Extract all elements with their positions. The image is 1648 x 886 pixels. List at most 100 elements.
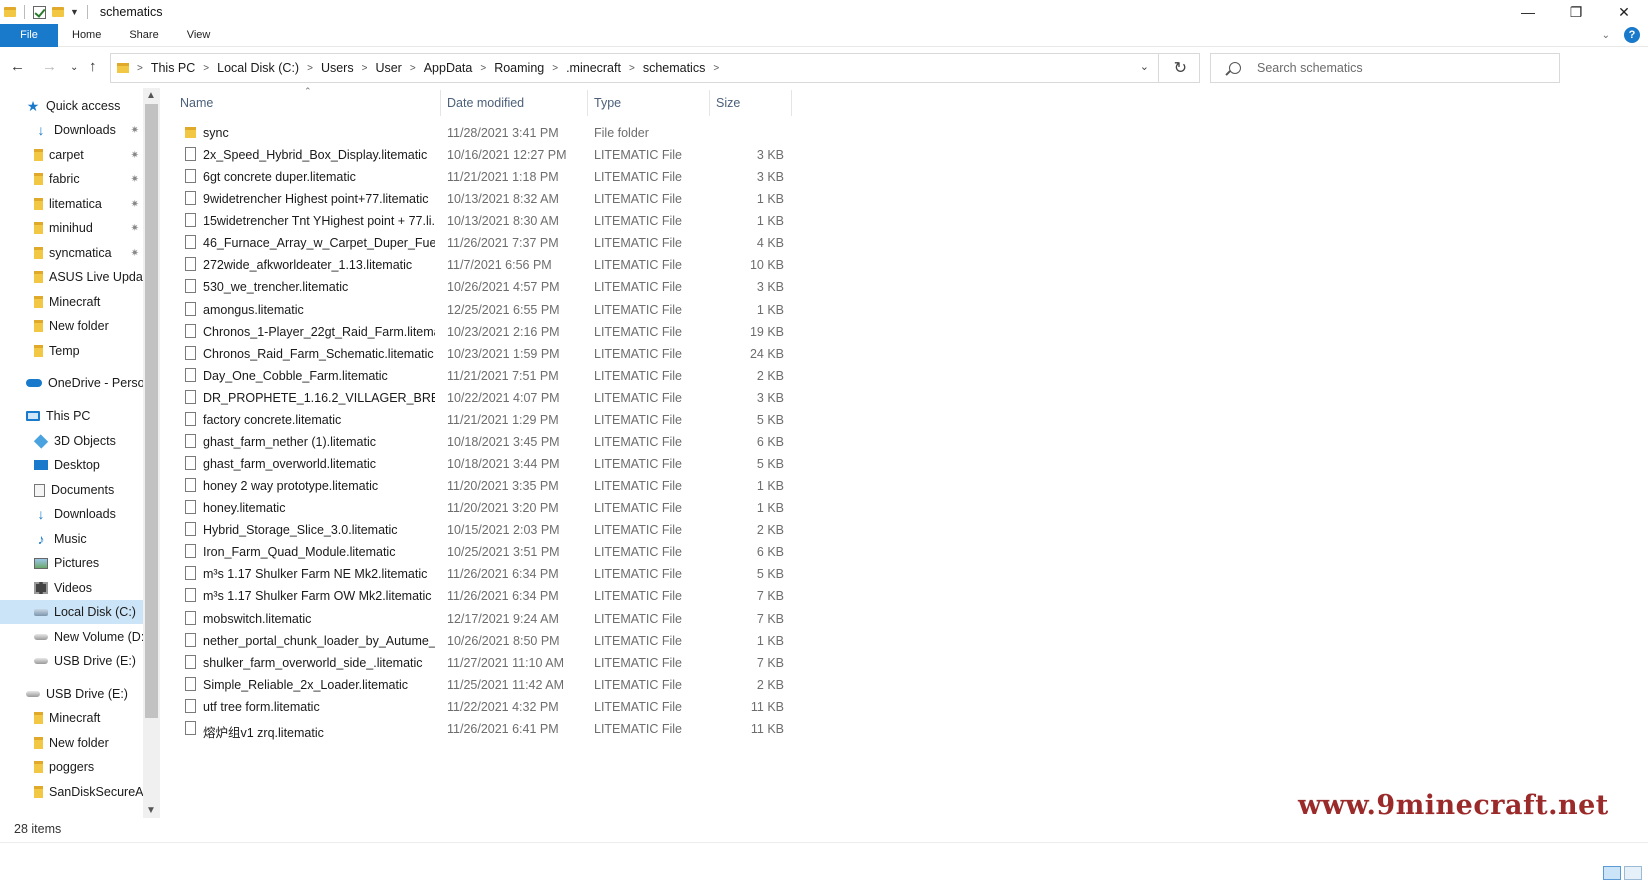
column-divider[interactable] [709,90,710,116]
sidebar-item[interactable]: Minecraft [0,290,143,314]
new-folder-icon[interactable] [52,7,64,17]
sidebar-item[interactable]: Minecraft [0,706,143,730]
recent-locations-icon[interactable]: ⌄ [70,62,78,73]
breadcrumb-this-pc[interactable]: This PC [151,61,195,75]
tab-view[interactable]: View [173,24,225,47]
sidebar-item[interactable]: 3D Objects [0,429,143,453]
sidebar-item[interactable]: OneDrive - Person [0,371,143,395]
file-row[interactable]: 530_we_trencher.litematic 10/26/2021 4:57… [176,276,796,298]
tab-home[interactable]: Home [58,24,115,47]
file-row[interactable]: shulker_farm_overworld_side_.litematic 11… [176,652,796,674]
file-row[interactable]: 熔炉组v1 zrq.litematic 11/26/2021 6:41 PM LIT… [176,718,796,740]
chevron-right-icon[interactable]: > [480,63,486,74]
sidebar-item[interactable]: This PC [0,404,143,428]
file-row[interactable]: Chronos_Raid_Farm_Schematic.litematic 10/… [176,343,796,365]
forward-arrow-icon[interactable]: → [42,58,57,75]
breadcrumb-users[interactable]: Users [321,61,354,75]
file-row[interactable]: 272wide_afkworldeater_1.13.litematic 11/7… [176,254,796,276]
column-divider[interactable] [440,90,441,116]
sidebar-item[interactable]: Pictures [0,551,143,575]
sidebar-item[interactable]: Local Disk (C:) [0,600,143,624]
scroll-down-icon[interactable]: ▼ [146,805,156,816]
sidebar-item[interactable]: carpet ✷ [0,143,143,167]
chevron-right-icon[interactable]: > [203,63,209,74]
breadcrumb-local-disk[interactable]: Local Disk (C:) [217,61,299,75]
search-box[interactable] [1210,53,1560,83]
breadcrumb-minecraft[interactable]: .minecraft [566,61,621,75]
column-header-date-modified[interactable]: Date modified [447,88,524,118]
details-view-icon[interactable] [1603,866,1621,880]
file-row[interactable]: utf tree form.litematic 11/22/2021 4:32 P… [176,696,796,718]
minimize-icon[interactable]: — [1504,0,1552,24]
restore-icon[interactable]: ❐ [1552,0,1600,24]
file-row[interactable]: Simple_Reliable_2x_Loader.litematic 11/25… [176,674,796,696]
file-row[interactable]: Day_One_Cobble_Farm.litematic 11/21/2021 … [176,365,796,387]
chevron-right-icon[interactable]: > [137,63,143,74]
file-row[interactable]: factory concrete.litematic 11/21/2021 1:2… [176,409,796,431]
back-arrow-icon[interactable]: ← [10,58,25,75]
tab-file[interactable]: File [0,23,58,47]
file-row[interactable]: Chronos_1-Player_22gt_Raid_Farm.litema..… [176,321,796,343]
file-row[interactable]: 2x_Speed_Hybrid_Box_Display.litematic 10/… [176,144,796,166]
sidebar-item[interactable]: minihud ✷ [0,216,143,240]
chevron-right-icon[interactable]: > [307,63,313,74]
file-row[interactable]: ghast_farm_nether (1).litematic 10/18/202… [176,431,796,453]
file-row[interactable]: amongus.litematic 12/25/2021 6:55 PM LITEM… [176,299,796,321]
search-input[interactable] [1257,61,1537,75]
breadcrumb-appdata[interactable]: AppData [424,61,473,75]
scroll-thumb[interactable] [145,104,158,718]
address-bar[interactable]: > This PC > Local Disk (C:) > Users > Us… [110,53,1200,83]
sidebar-item[interactable]: USB Drive (E:) [0,682,143,706]
sidebar-item[interactable]: fabric ✷ [0,167,143,191]
sidebar-item[interactable]: New folder [0,731,143,755]
sidebar-item[interactable]: ♪ Music [0,527,143,551]
help-icon[interactable]: ? [1624,27,1640,43]
file-row[interactable]: honey 2 way prototype.litematic 11/20/202… [176,475,796,497]
chevron-right-icon[interactable]: > [362,63,368,74]
sidebar-item[interactable]: Temp [0,339,143,363]
breadcrumb-schematics[interactable]: schematics [643,61,706,75]
sidebar-item[interactable]: Documents [0,478,143,502]
file-row[interactable]: honey.litematic 11/20/2021 3:20 PM LITEMAT… [176,497,796,519]
file-row[interactable]: 6gt concrete duper.litematic 11/21/2021 1… [176,166,796,188]
file-row[interactable]: 9widetrencher Highest point+77.litematic… [176,188,796,210]
navigation-pane-scrollbar[interactable]: ▲ ▼ [143,88,160,818]
sidebar-item[interactable]: New Volume (D: [0,625,143,649]
sidebar-item[interactable]: ASUS Live Updat [0,265,143,289]
breadcrumb-user[interactable]: User [375,61,401,75]
column-header-size[interactable]: Size [716,88,740,118]
chevron-right-icon[interactable]: > [713,63,719,74]
column-divider[interactable] [587,90,588,116]
large-icons-view-icon[interactable] [1624,866,1642,880]
column-divider[interactable] [791,90,792,116]
sidebar-item[interactable]: ↓ Downloads ✷ [0,118,143,142]
file-row[interactable]: m³s 1.17 Shulker Farm OW Mk2.litematic 11… [176,585,796,607]
chevron-right-icon[interactable]: > [410,63,416,74]
sidebar-item[interactable]: USB Drive (E:) [0,649,143,673]
sidebar-item[interactable]: ★ Quick access [0,94,143,118]
file-row[interactable]: DR_PROPHETE_1.16.2_VILLAGER_BREEDE... 10/… [176,387,796,409]
file-row[interactable]: Hybrid_Storage_Slice_3.0.litematic 10/15/… [176,519,796,541]
file-row[interactable]: nether_portal_chunk_loader_by_Autume_...… [176,630,796,652]
file-row[interactable]: 46_Furnace_Array_w_Carpet_Duper_Fuel_...… [176,232,796,254]
sidebar-item[interactable]: SanDiskSecureAc [0,780,143,804]
file-row[interactable]: Iron_Farm_Quad_Module.litematic 10/25/202… [176,541,796,563]
expand-ribbon-icon[interactable]: ⌄ [1602,30,1610,41]
sidebar-item[interactable]: syncmatica ✷ [0,241,143,265]
sidebar-item[interactable]: litematica ✷ [0,192,143,216]
chevron-right-icon[interactable]: > [552,63,558,74]
sidebar-item[interactable]: ↓ Downloads [0,502,143,526]
sidebar-item[interactable]: poggers [0,755,143,779]
tab-share[interactable]: Share [115,24,172,47]
column-header-type[interactable]: Type [594,88,621,118]
file-row[interactable]: m³s 1.17 Shulker Farm NE Mk2.litematic 11… [176,563,796,585]
column-header-name[interactable]: Name [180,88,213,118]
scroll-up-icon[interactable]: ▲ [146,90,156,101]
file-row[interactable]: mobswitch.litematic 12/17/2021 9:24 AM LIT… [176,608,796,630]
address-history-icon[interactable]: ⌄ [1140,60,1149,73]
breadcrumb-roaming[interactable]: Roaming [494,61,544,75]
customize-toolbar-icon[interactable]: ▼ [70,7,79,17]
up-arrow-icon[interactable]: ↑ [89,58,97,75]
close-icon[interactable]: ✕ [1600,0,1648,24]
refresh-icon[interactable]: ↻ [1174,58,1187,78]
